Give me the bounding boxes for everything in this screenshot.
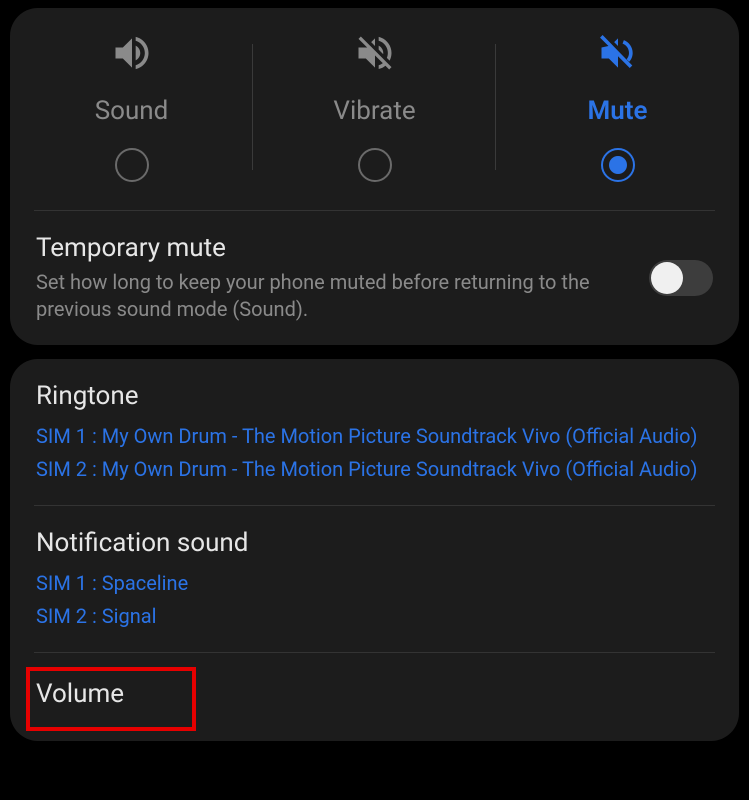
mode-mute-label: Mute xyxy=(588,96,648,126)
sound-mode-card: Sound Vibrate Mute Temporary mute Set ho… xyxy=(10,8,739,345)
mode-vibrate[interactable]: Vibrate xyxy=(253,32,496,182)
temporary-mute-toggle[interactable] xyxy=(649,260,713,296)
volume-row[interactable]: Volume xyxy=(10,653,739,735)
volume-title: Volume xyxy=(36,679,124,709)
notification-sound-sim1: SIM 1 : Spaceline xyxy=(36,570,713,597)
temporary-mute-text: Temporary mute Set how long to keep your… xyxy=(36,233,629,323)
mode-sound-radio[interactable] xyxy=(115,148,149,182)
temporary-mute-description: Set how long to keep your phone muted be… xyxy=(36,269,629,323)
temporary-mute-title: Temporary mute xyxy=(36,233,629,263)
temporary-mute-row[interactable]: Temporary mute Set how long to keep your… xyxy=(10,211,739,345)
ringtone-row[interactable]: Ringtone SIM 1 : My Own Drum - The Motio… xyxy=(10,359,739,505)
vibrate-icon xyxy=(353,32,397,74)
notification-sound-sim2: SIM 2 : Signal xyxy=(36,603,713,630)
ringtone-title: Ringtone xyxy=(36,381,713,411)
mute-icon xyxy=(596,32,640,74)
ringtone-sim1: SIM 1 : My Own Drum - The Motion Picture… xyxy=(36,423,713,450)
sound-settings-card: Ringtone SIM 1 : My Own Drum - The Motio… xyxy=(10,359,739,741)
toggle-knob xyxy=(651,262,683,294)
mode-mute[interactable]: Mute xyxy=(496,32,739,182)
ringtone-sim2: SIM 2 : My Own Drum - The Motion Picture… xyxy=(36,456,713,483)
mode-vibrate-label: Vibrate xyxy=(333,96,415,126)
notification-sound-title: Notification sound xyxy=(36,528,713,558)
sound-mode-row: Sound Vibrate Mute xyxy=(10,8,739,210)
mode-vibrate-radio[interactable] xyxy=(358,148,392,182)
notification-sound-row[interactable]: Notification sound SIM 1 : Spaceline SIM… xyxy=(10,506,739,652)
speaker-icon xyxy=(110,32,154,74)
mode-mute-radio[interactable] xyxy=(601,148,635,182)
mode-sound[interactable]: Sound xyxy=(10,32,253,182)
mode-sound-label: Sound xyxy=(95,96,169,126)
